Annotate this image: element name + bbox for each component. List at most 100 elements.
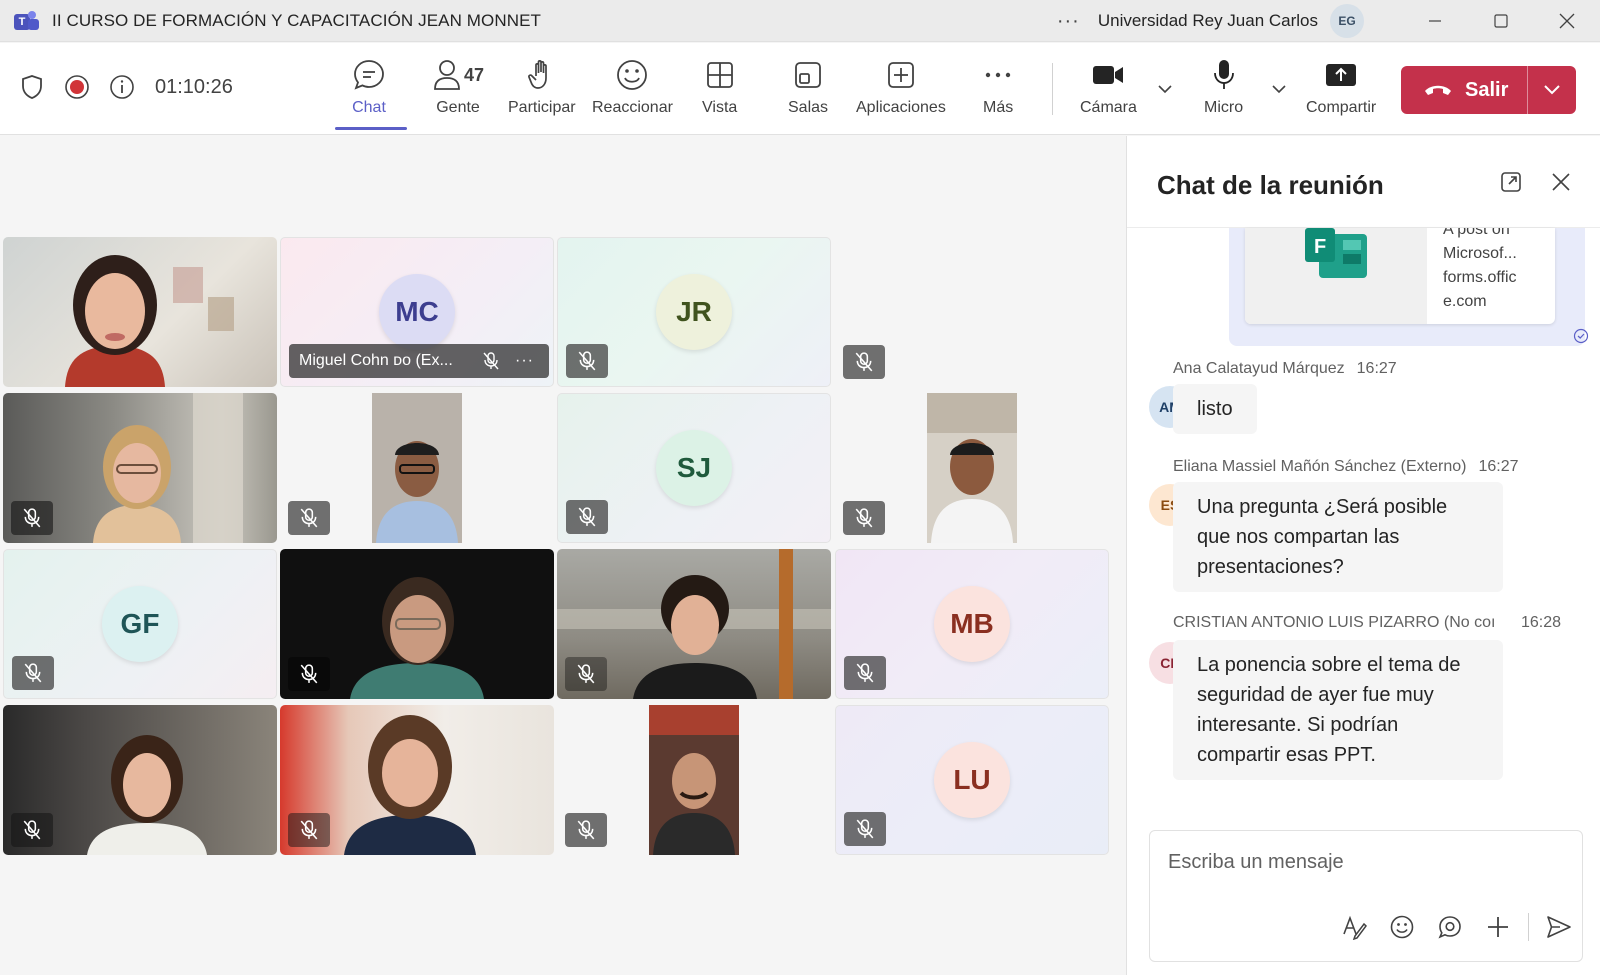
mic-button[interactable]: Micro [1204,57,1243,121]
message-author: CRISTIAN ANTONIO LUIS PIZARRO (No coı [1173,614,1496,631]
send-icon [1547,916,1571,938]
participant-video-tile[interactable] [835,393,1109,543]
svg-text:F: F [1314,236,1326,258]
chat-label: Chat [352,99,386,116]
video-stage: MC Miguel Cohn ᴅᴏ (Ex... ··· JR SJ GF MB… [0,136,1126,975]
send-button[interactable] [1535,907,1583,947]
mic-label: Micro [1204,99,1244,116]
participant-avatar: MB [934,586,1010,662]
participant-tile-jr[interactable]: JR [557,237,831,387]
message-meta: Eliana Massiel Mañón Sánchez (Externo) 16… [1173,458,1519,476]
close-icon[interactable] [1549,170,1573,194]
recording-icon[interactable] [63,73,91,101]
participant-tile-mb[interactable]: MB [835,549,1109,699]
add-app-icon [886,57,916,93]
organization-name[interactable]: Universidad Rey Juan Carlos [1098,11,1318,31]
maximize-button[interactable] [1468,0,1534,42]
loop-component-icon [1438,916,1461,939]
participant-video-feed [927,393,1017,543]
participant-more-icon[interactable]: ··· [515,352,534,370]
participant-video-feed [65,255,234,387]
card-line: forms.offic [1443,269,1517,286]
microsoft-forms-icon: F [1305,228,1367,278]
window-more-button[interactable]: ··· [1057,10,1080,33]
participant-video-tile[interactable] [557,705,831,855]
message-compose-box[interactable]: Escriba un mensaje [1149,830,1583,962]
participant-video-tile[interactable] [3,393,277,543]
camera-options-chevron-icon[interactable] [1156,83,1174,95]
pop-out-icon[interactable] [1499,170,1523,194]
message-meta: Ana Calatayud Márquez 16:27 [1173,360,1397,378]
message-bubble[interactable]: La ponencia sobre el tema de seguridad d… [1173,640,1503,780]
react-button[interactable]: Reaccionar [592,57,673,121]
participant-video-feed [649,705,739,855]
participant-tile-sj[interactable]: SJ [557,393,831,543]
leave-options-button[interactable] [1528,83,1576,97]
meeting-timer: 01:10:26 [155,75,233,98]
shield-icon[interactable] [18,73,46,101]
raise-label: Participar [508,99,576,116]
share-button[interactable]: Compartir [1306,57,1376,121]
leave-button[interactable]: Salir [1401,66,1576,114]
people-icon [434,60,460,90]
compose-placeholder: Escriba un mensaje [1168,851,1344,873]
loop-button[interactable] [1426,907,1474,947]
people-button[interactable]: 47 Gente [432,57,484,121]
chat-button[interactable]: Chat [352,57,386,121]
breakout-rooms-icon [793,57,823,93]
plus-icon [1488,917,1508,937]
view-button[interactable]: Vista [702,57,737,121]
toolbar-separator [1052,63,1053,115]
card-line: A post on [1443,228,1510,238]
muted-mic-icon [11,501,53,535]
user-avatar[interactable]: EG [1330,4,1364,38]
teams-logo-icon: T [14,10,40,32]
hand-icon [527,57,557,93]
participant-video-tile[interactable] [280,393,554,543]
apps-button[interactable]: Aplicaciones [856,57,946,121]
participant-video-tile[interactable] [557,549,831,699]
message-time: 16:28 [1521,614,1562,631]
muted-mic-icon [11,813,53,847]
mic-options-chevron-icon[interactable] [1270,83,1288,95]
camera-button[interactable]: Cámara [1080,57,1137,121]
participant-tile-gf[interactable]: GF [3,549,277,699]
message-bubble[interactable]: Una pregunta ¿Será posible que nos compa… [1173,482,1503,592]
info-icon[interactable] [108,73,136,101]
participant-video-tile[interactable] [3,237,277,387]
raise-hand-button[interactable]: Participar [508,57,576,121]
forms-link-card[interactable]: F A post on Microsof... forms.offic e.co… [1229,228,1585,346]
chat-icon [352,57,386,93]
attach-button[interactable] [1474,907,1522,947]
muted-mic-icon [483,352,499,370]
more-button[interactable]: Más [983,57,1013,121]
close-window-button[interactable] [1534,0,1600,42]
card-line: Microsof... [1443,245,1517,262]
participant-nameplate: Miguel Cohn ᴅᴏ (Ex... ··· [289,344,549,378]
people-label: Gente [436,99,480,116]
message-bubble[interactable]: listo [1173,384,1257,434]
participant-tile-lu[interactable]: LU [835,705,1109,855]
camera-label: Cámara [1080,99,1137,116]
format-button[interactable] [1330,907,1378,947]
minimize-button[interactable] [1402,0,1468,42]
participant-tile-empty[interactable] [835,237,1109,387]
camera-icon [1091,57,1125,93]
rooms-button[interactable]: Salas [788,57,828,121]
muted-mic-icon [565,813,607,847]
minimize-icon [1429,20,1441,22]
read-receipt-icon [1573,328,1589,344]
microphone-icon [1209,57,1239,93]
muted-mic-icon [288,813,330,847]
emoji-button[interactable] [1378,907,1426,947]
muted-mic-icon [566,500,608,534]
participant-video-tile[interactable] [280,549,554,699]
participant-video-tile[interactable] [280,705,554,855]
emoji-icon [615,57,649,93]
participant-video-tile[interactable] [3,705,277,855]
chat-header: Chat de la reunión [1127,136,1600,228]
muted-mic-icon [288,657,330,691]
apps-label: Aplicaciones [856,99,946,116]
participant-tile-mc[interactable]: MC Miguel Cohn ᴅᴏ (Ex... ··· [280,237,554,387]
message-time: 16:27 [1356,360,1397,377]
